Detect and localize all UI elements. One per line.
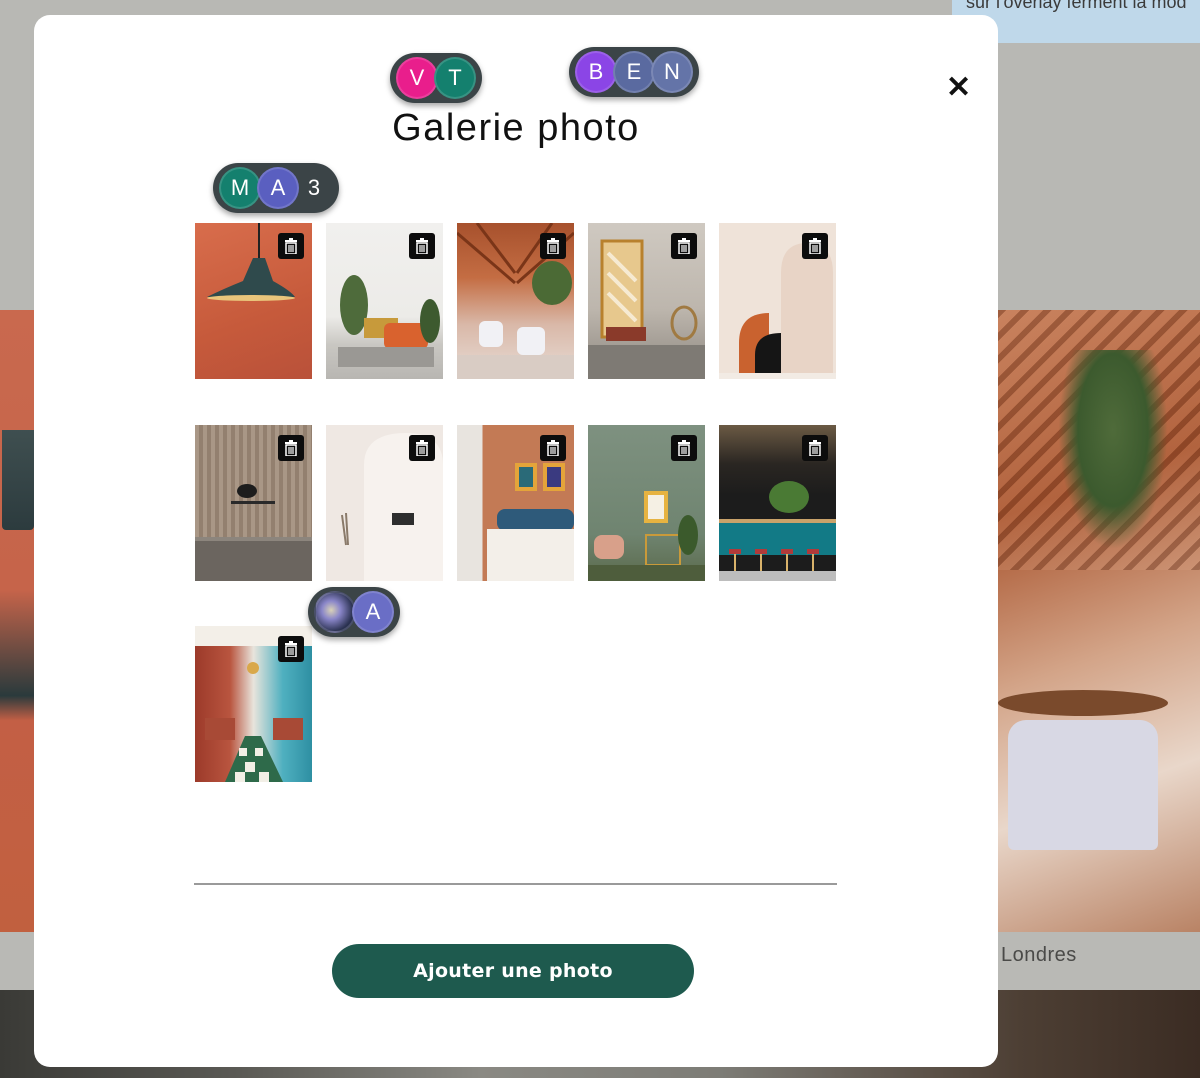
close-button[interactable]: ✕: [946, 73, 972, 103]
background-right-image: [998, 310, 1200, 932]
divider: [194, 883, 837, 885]
gallery-photo[interactable]: [457, 425, 574, 581]
avatar: E: [613, 51, 655, 93]
delete-button[interactable]: [540, 435, 566, 461]
delete-button[interactable]: [671, 233, 697, 259]
planet-avatar-icon: [314, 591, 356, 633]
gallery-photo[interactable]: [588, 223, 705, 379]
avatar: V: [396, 57, 438, 99]
delete-button[interactable]: [409, 435, 435, 461]
avatar: T: [434, 57, 476, 99]
background-caption: Londres: [998, 932, 1200, 990]
background-band: [0, 932, 34, 990]
trash-icon: [416, 238, 428, 254]
gallery-modal: ✕ Galerie photo V T B E N M A 3 A Ajoute…: [34, 15, 998, 1067]
delete-button[interactable]: [278, 636, 304, 662]
trash-icon: [547, 440, 559, 456]
gallery-photo[interactable]: [457, 223, 574, 379]
trash-icon: [809, 238, 821, 254]
gallery-photo[interactable]: [195, 425, 312, 581]
delete-button[interactable]: [409, 233, 435, 259]
trash-icon: [285, 641, 297, 657]
gallery-photo[interactable]: [195, 223, 312, 379]
trash-icon: [547, 238, 559, 254]
trash-icon: [285, 238, 297, 254]
avatar: A: [352, 591, 394, 633]
avatar: N: [651, 51, 693, 93]
gallery-photo[interactable]: [719, 223, 836, 379]
presence-group[interactable]: B E N: [569, 47, 699, 97]
delete-button[interactable]: [802, 435, 828, 461]
presence-group[interactable]: A: [308, 587, 400, 637]
trash-icon: [416, 440, 428, 456]
avatar: M: [219, 167, 261, 209]
page-title: Galerie photo: [392, 107, 640, 149]
delete-button[interactable]: [671, 435, 697, 461]
trash-icon: [809, 440, 821, 456]
presence-group[interactable]: M A 3: [213, 163, 339, 213]
table-shape: [998, 690, 1168, 716]
background-left-image: [0, 310, 34, 932]
close-icon: ✕: [946, 71, 972, 104]
avatar: A: [257, 167, 299, 209]
delete-button[interactable]: [278, 435, 304, 461]
delete-button[interactable]: [278, 233, 304, 259]
caption-text: Londres: [1001, 944, 1077, 966]
gallery-photo[interactable]: [719, 425, 836, 581]
delete-button[interactable]: [540, 233, 566, 259]
gallery-photo[interactable]: [326, 223, 443, 379]
plant-shape: [1058, 350, 1168, 550]
gallery-photo[interactable]: [326, 425, 443, 581]
trash-icon: [678, 238, 690, 254]
delete-button[interactable]: [802, 233, 828, 259]
add-photo-button[interactable]: Ajouter une photo: [332, 944, 694, 998]
avatar: B: [575, 51, 617, 93]
trash-icon: [678, 440, 690, 456]
trash-icon: [285, 440, 297, 456]
avatar-overflow-count: 3: [307, 175, 321, 200]
gallery-photo[interactable]: [588, 425, 705, 581]
overlay-note-text: sur l'overlay ferment la mod: [966, 0, 1187, 12]
presence-group[interactable]: V T: [390, 53, 482, 103]
gallery-photo[interactable]: [195, 626, 312, 782]
chair-shape: [1008, 720, 1158, 850]
lamp-shape: [2, 430, 34, 530]
